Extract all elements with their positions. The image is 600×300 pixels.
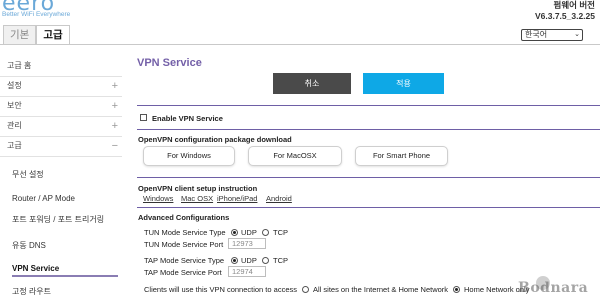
sidebar-item-label: 보안 <box>7 101 22 110</box>
firmware-info: 펌웨어 버전 V6.3.7.5_3.2.25 <box>535 0 595 22</box>
tun-tcp-radio[interactable] <box>262 229 269 236</box>
tun-udp-label: UDP <box>241 228 257 237</box>
chevron-down-icon: ⌄ <box>574 31 580 38</box>
sidebar-divider <box>0 136 122 137</box>
download-macosx-button[interactable]: For MacOSX <box>248 146 342 166</box>
tap-tcp-radio[interactable] <box>262 257 269 264</box>
sidebar-subitem-port-forwarding[interactable]: 포트 포워딩 / 포트 트리거링 <box>12 214 104 225</box>
sidebar-divider <box>0 96 122 97</box>
tap-type-label: TAP Mode Service Type <box>144 256 225 265</box>
sidebar-subitem-router-ap[interactable]: Router / AP Mode <box>12 194 75 203</box>
link-android[interactable]: Android <box>266 194 292 203</box>
section-divider <box>137 129 600 130</box>
tun-tcp-label: TCP <box>273 228 288 237</box>
section-divider <box>137 207 600 208</box>
sidebar-item-label: 고급 홈 <box>7 61 32 70</box>
sidebar-item-advanced-home[interactable]: 고급 홈 <box>0 61 31 71</box>
sidebar-divider <box>0 116 122 117</box>
watermark-text: Bodnara <box>518 280 589 296</box>
access-all-sites-label: All sites on the Internet & Home Network <box>313 285 449 294</box>
tab-basic[interactable]: 기본 <box>3 25 37 44</box>
expand-plus-icon: + <box>111 80 118 92</box>
sidebar-item-label: 고급 <box>7 141 22 150</box>
sidebar-item-admin[interactable]: 관리 + <box>0 120 122 132</box>
page-title: VPN Service <box>137 57 202 69</box>
sidebar-subitem-wireless[interactable]: 무선 설정 <box>12 169 44 180</box>
language-value: 한국어 <box>525 30 548 39</box>
apply-button[interactable]: 적용 <box>363 73 444 94</box>
top-tabs: 기본 고급 <box>3 25 70 44</box>
sidebar-item-label: 관리 <box>7 121 22 130</box>
tap-udp-label: UDP <box>241 256 257 265</box>
brand-tagline: Better WiFi Everywhere <box>2 11 71 18</box>
link-mac-osx[interactable]: Mac OSX <box>181 194 213 203</box>
sidebar-item-label: 설정 <box>7 81 22 90</box>
download-heading: OpenVPN configuration package download <box>138 135 292 144</box>
link-iphone-ipad[interactable]: iPhone/iPad <box>217 194 257 203</box>
link-windows[interactable]: Windows <box>143 194 173 203</box>
tun-udp-radio[interactable] <box>231 229 238 236</box>
clients-access-label: Clients will use this VPN connection to … <box>144 285 297 294</box>
section-divider <box>137 177 600 178</box>
download-windows-button[interactable]: For Windows <box>143 146 235 166</box>
tab-divider <box>0 44 600 45</box>
access-all-sites-radio[interactable] <box>302 286 309 293</box>
download-smartphone-button[interactable]: For Smart Phone <box>355 146 448 166</box>
sidebar-subitem-vpn-service[interactable]: VPN Service <box>12 264 59 273</box>
tap-port-input[interactable]: 12974 <box>228 266 266 277</box>
sidebar-subitem-ddns[interactable]: 유동 DNS <box>12 240 46 251</box>
tap-tcp-label: TCP <box>273 256 288 265</box>
section-divider <box>137 105 600 106</box>
enable-vpn-label: Enable VPN Service <box>152 114 223 123</box>
access-home-only-radio[interactable] <box>453 286 460 293</box>
sidebar-item-advanced[interactable]: 고급 − <box>0 140 122 152</box>
active-indicator <box>12 275 118 277</box>
instruction-heading: OpenVPN client setup instruction <box>138 184 258 193</box>
sidebar-item-setup[interactable]: 설정 + <box>0 80 122 92</box>
cancel-button[interactable]: 취소 <box>273 73 351 94</box>
collapse-minus-icon: − <box>111 140 118 152</box>
tun-type-label: TUN Mode Service Type <box>144 228 226 237</box>
expand-plus-icon: + <box>111 100 118 112</box>
firmware-label: 펌웨어 버전 <box>553 0 595 10</box>
tap-port-label: TAP Mode Service Port <box>144 268 222 277</box>
expand-plus-icon: + <box>111 120 118 132</box>
tab-advanced[interactable]: 고급 <box>36 25 70 44</box>
advanced-heading: Advanced Configurations <box>138 213 230 222</box>
sidebar-subitem-static-routes[interactable]: 고정 라우트 <box>12 286 51 297</box>
sidebar-divider <box>0 76 122 77</box>
tap-udp-radio[interactable] <box>231 257 238 264</box>
tun-port-label: TUN Mode Service Port <box>144 240 224 249</box>
firmware-version: V6.3.7.5_3.2.25 <box>534 11 595 21</box>
sidebar-divider <box>0 156 122 157</box>
sidebar-item-security[interactable]: 보안 + <box>0 100 122 112</box>
enable-vpn-checkbox[interactable] <box>140 114 147 121</box>
tun-port-input[interactable]: 12973 <box>228 238 266 249</box>
language-select[interactable]: 한국어 ⌄ <box>521 29 583 41</box>
